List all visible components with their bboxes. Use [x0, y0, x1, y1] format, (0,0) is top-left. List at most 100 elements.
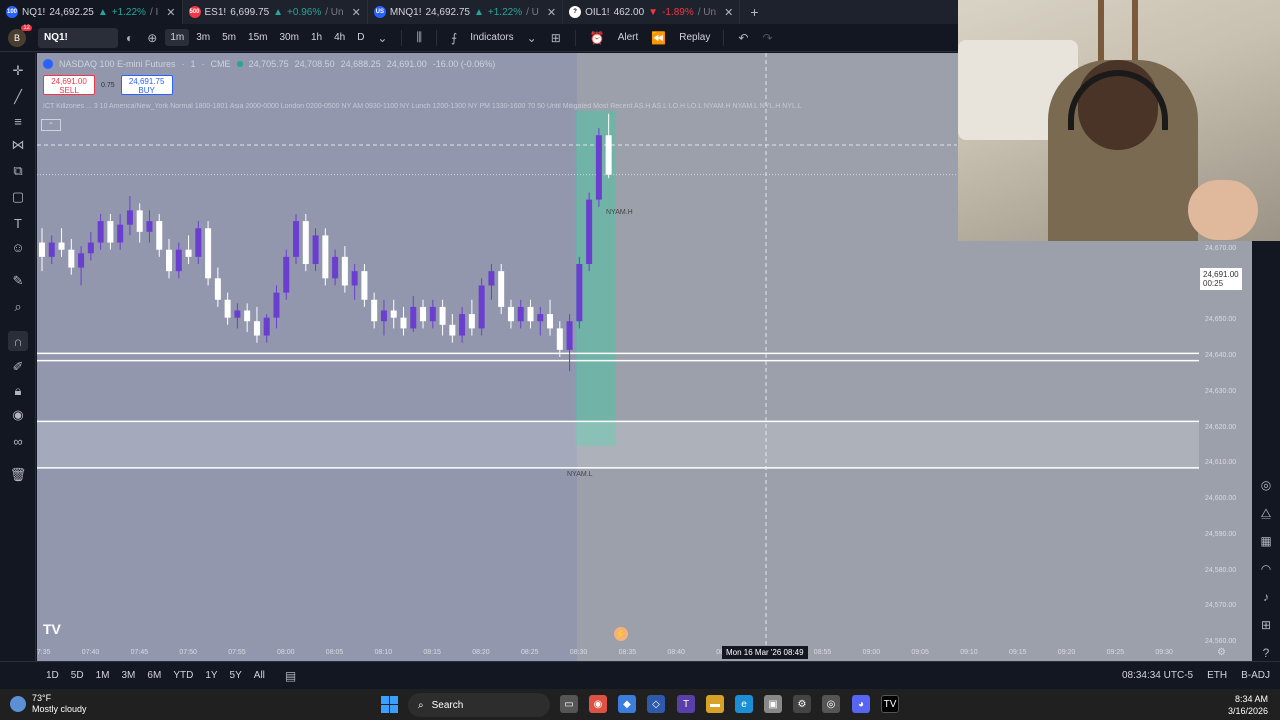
candle-body: [78, 253, 85, 268]
close-icon[interactable]: ✕: [352, 6, 361, 19]
magnet-icon[interactable]: ∩: [8, 331, 28, 351]
chevron-down-icon[interactable]: ⌄: [371, 31, 393, 45]
candle-body: [605, 135, 612, 175]
tab-mnq1[interactable]: US MNQ1! 24,692.75 ▲ +1.22% / U ✕: [368, 0, 564, 24]
candle-body: [253, 321, 260, 336]
adjust-toggle[interactable]: B-ADJ: [1241, 670, 1270, 681]
flash-icon[interactable]: ⚡: [614, 627, 628, 641]
range-5d[interactable]: 5D: [65, 670, 90, 681]
interval-1m[interactable]: 1m: [165, 29, 190, 46]
time-axis-label: 08:35: [618, 649, 637, 656]
undo-icon[interactable]: ↶: [732, 31, 754, 45]
watch-icon[interactable]: ◐: [120, 31, 139, 45]
new-tab-icon[interactable]: +: [740, 4, 768, 20]
date-range-icon[interactable]: ▤: [279, 669, 302, 683]
link-icon[interactable]: ∞: [8, 431, 28, 451]
avatar[interactable]: B 12: [8, 24, 32, 47]
range-ytd[interactable]: YTD: [167, 670, 199, 681]
tab-nq1[interactable]: 100 NQ1! 24,692.25 ▲ +1.22% / I ✕: [0, 0, 183, 24]
weather-widget[interactable]: 73°F Mostly cloudy: [10, 693, 87, 715]
time-axis-label: 07:55: [228, 649, 246, 656]
chart-type-icon[interactable]: ⫼: [410, 30, 428, 45]
candle-body: [420, 306, 427, 322]
compare-plus-icon[interactable]: ⊕: [141, 31, 163, 45]
trend-line-icon[interactable]: ╱: [8, 87, 28, 107]
buy-button[interactable]: 24,691.75 BUY: [120, 75, 173, 95]
session-toggle[interactable]: ETH: [1207, 670, 1227, 681]
trash-icon[interactable]: 🗑︎: [8, 465, 28, 485]
lock-draw-icon[interactable]: ✐: [8, 357, 28, 377]
chrome-icon[interactable]: ◉: [589, 695, 607, 713]
replay-button[interactable]: Replay: [674, 29, 715, 46]
interval-D[interactable]: D: [352, 29, 369, 46]
interval-1h[interactable]: 1h: [306, 29, 327, 46]
task-view-icon[interactable]: ▭: [560, 695, 578, 713]
interval-15m[interactable]: 15m: [243, 29, 272, 46]
range-1d[interactable]: 1D: [40, 670, 65, 681]
grid-apps-icon[interactable]: ⊞: [1257, 616, 1275, 634]
shapes-icon[interactable]: ▢: [8, 187, 28, 207]
tab-es1[interactable]: 500 ES1! 6,699.75 ▲ +0.96% / Un ✕: [183, 0, 368, 24]
interval-30m[interactable]: 30m: [274, 29, 303, 46]
range-1m[interactable]: 1M: [90, 670, 116, 681]
axis-settings-icon[interactable]: ⚙: [1217, 647, 1226, 658]
templates-icon[interactable]: ⊞: [545, 31, 567, 45]
close-icon[interactable]: ✕: [724, 6, 733, 19]
alert-button[interactable]: Alert: [613, 29, 644, 46]
target-icon[interactable]: ◎: [1257, 476, 1275, 494]
range-1y[interactable]: 1Y: [199, 670, 223, 681]
calendar-icon[interactable]: ▦: [1257, 532, 1275, 550]
store-icon[interactable]: ▣: [764, 695, 782, 713]
tradingview-app-icon[interactable]: TV: [881, 695, 899, 713]
layers-icon[interactable]: ⧋: [1257, 504, 1275, 522]
range-5y[interactable]: 5Y: [224, 670, 248, 681]
obs-icon[interactable]: ◎: [822, 695, 840, 713]
interval-4h[interactable]: 4h: [329, 29, 350, 46]
time-axis-label: 07:35: [37, 649, 51, 656]
close-icon[interactable]: ✕: [547, 6, 556, 19]
emoji-icon[interactable]: ☺: [8, 237, 28, 257]
close-icon[interactable]: ✕: [166, 6, 175, 19]
tradingview-logo[interactable]: TV: [43, 621, 61, 637]
interval-3m[interactable]: 3m: [191, 29, 215, 46]
range-6m[interactable]: 6M: [141, 670, 167, 681]
redo-icon[interactable]: ↷: [756, 31, 778, 45]
help-icon[interactable]: ?: [1257, 644, 1275, 662]
collapse-legend-button[interactable]: ⌃: [41, 119, 61, 131]
app-icon[interactable]: ◆: [618, 695, 636, 713]
text-icon[interactable]: T: [8, 213, 28, 233]
settings-icon[interactable]: ⚙: [793, 695, 811, 713]
candle-body: [136, 210, 143, 232]
session-shade: [37, 53, 577, 661]
chevron-down-icon[interactable]: ⌄: [521, 31, 543, 45]
teams-icon[interactable]: T: [677, 695, 695, 713]
candle-body: [146, 221, 153, 232]
fib-icon[interactable]: ≡: [8, 111, 28, 131]
sell-button[interactable]: 24,691.00 SELL: [43, 75, 95, 95]
zoom-icon[interactable]: ⌕: [8, 297, 28, 317]
clock-readout[interactable]: 08:34:34 UTC-5: [1122, 670, 1193, 681]
feed-icon[interactable]: ◠: [1257, 560, 1275, 578]
system-clock[interactable]: 8:34 AM 3/16/2026: [1228, 693, 1268, 717]
bell-icon[interactable]: ♪: [1257, 588, 1275, 606]
range-3m[interactable]: 3M: [116, 670, 142, 681]
tab-oil1[interactable]: ? OIL1! 462.00 ▼ -1.89% / Un ✕: [563, 0, 741, 24]
indicators-button[interactable]: Indicators: [465, 29, 518, 46]
windows-start-icon[interactable]: [381, 696, 398, 713]
symbol-search[interactable]: NQ1!: [38, 27, 118, 48]
indicator-legend: ICT Killzones ... 3 10 America/New_York …: [43, 103, 802, 110]
vscode-icon[interactable]: ◇: [647, 695, 665, 713]
forecast-icon[interactable]: ⧉: [8, 161, 28, 181]
discord-icon[interactable]: ◕: [852, 695, 870, 713]
range-all[interactable]: All: [248, 670, 271, 681]
edge-icon[interactable]: e: [735, 695, 753, 713]
interval-5m[interactable]: 5m: [217, 29, 241, 46]
taskbar-search[interactable]: ⌕ Search: [408, 693, 550, 717]
file-explorer-icon[interactable]: ▬: [706, 695, 724, 713]
eye-icon[interactable]: ◉: [8, 405, 28, 425]
ruler-icon[interactable]: ✎: [8, 271, 28, 291]
crosshair-icon[interactable]: ✛: [8, 61, 28, 81]
lock-icon[interactable]: 🔒︎: [8, 381, 28, 401]
pattern-icon[interactable]: ⋈: [8, 135, 28, 155]
candle-body: [410, 306, 417, 329]
